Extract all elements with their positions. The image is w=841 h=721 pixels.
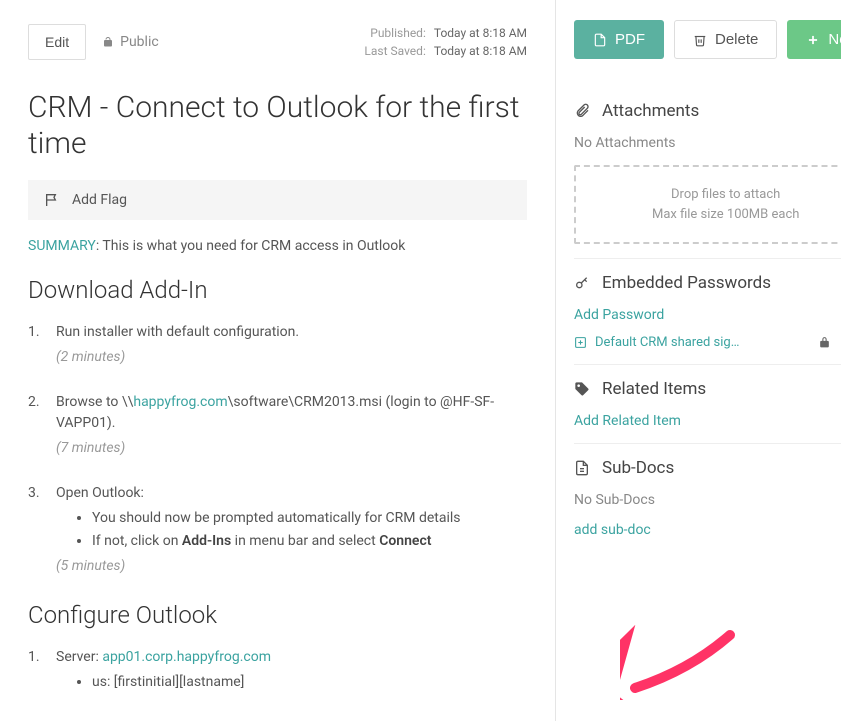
- visibility-indicator: Public: [102, 34, 159, 50]
- step-3: Open Outlook: You should now be prompted…: [28, 483, 527, 577]
- flag-icon: [44, 192, 60, 208]
- panel-related: Related Items Add Related Item: [574, 365, 841, 444]
- add-password-link[interactable]: Add Password: [574, 307, 841, 323]
- link-server[interactable]: app01.corp.happyfrog.com: [102, 649, 271, 665]
- panel-subdocs: Sub-Docs No Sub-Docs add sub-doc: [574, 444, 841, 552]
- document-icon: [574, 460, 590, 476]
- add-related-link[interactable]: Add Related Item: [574, 413, 841, 429]
- panel-toggle-attachments[interactable]: Attachments: [574, 101, 841, 121]
- meta-block: Published:Today at 8:18 AM Last Saved:To…: [364, 24, 527, 60]
- tag-icon: [574, 381, 590, 397]
- step-1: Run installer with default configuration…: [28, 322, 527, 368]
- password-item: Default CRM shared sign…: [574, 335, 841, 350]
- duration: (2 minutes): [56, 347, 527, 368]
- unlock-icon: [102, 36, 114, 48]
- plus-icon: [806, 33, 820, 47]
- config-step-1: Server: app01.corp.happyfrog.com us: [fi…: [28, 647, 527, 693]
- new-button[interactable]: New: [787, 20, 841, 59]
- panel-toggle-subdocs[interactable]: Sub-Docs: [574, 458, 841, 478]
- pdf-button[interactable]: PDF: [574, 20, 664, 59]
- panel-attachments: Attachments No Attachments Drop files to…: [574, 87, 841, 259]
- subdocs-empty: No Sub-Docs: [574, 492, 841, 508]
- paperclip-icon: [574, 103, 590, 119]
- trash-icon: [693, 33, 707, 47]
- add-flag-button[interactable]: Add Flag: [28, 180, 527, 220]
- lock-icon[interactable]: [818, 336, 831, 349]
- dropzone[interactable]: Drop files to attach Max file size 100MB…: [574, 165, 841, 244]
- step-2: Browse to \\happyfrog.com\software\CRM20…: [28, 392, 527, 459]
- duration: (5 minutes): [56, 556, 527, 577]
- summary: SUMMARY: This is what you need for CRM a…: [28, 238, 527, 254]
- attachments-empty: No Attachments: [574, 135, 841, 151]
- edit-button[interactable]: Edit: [28, 24, 86, 60]
- add-subdoc-link[interactable]: add sub-doc: [574, 522, 841, 538]
- page-title: CRM - Connect to Outlook for the first t…: [28, 90, 527, 162]
- link-happyfrog[interactable]: happyfrog.com: [133, 394, 227, 410]
- section-download: Download Add-In: [28, 276, 527, 304]
- delete-button[interactable]: Delete: [674, 20, 777, 59]
- document-icon: [593, 33, 607, 47]
- plus-box-icon: [574, 336, 587, 349]
- panel-passwords: Embedded Passwords Add Password Default …: [574, 259, 841, 365]
- panel-toggle-passwords[interactable]: Embedded Passwords: [574, 273, 841, 293]
- duration: (7 minutes): [56, 438, 527, 459]
- panel-toggle-related[interactable]: Related Items: [574, 379, 841, 399]
- password-link[interactable]: Default CRM shared sign…: [574, 335, 740, 350]
- key-icon: [574, 275, 590, 291]
- section-configure: Configure Outlook: [28, 601, 527, 629]
